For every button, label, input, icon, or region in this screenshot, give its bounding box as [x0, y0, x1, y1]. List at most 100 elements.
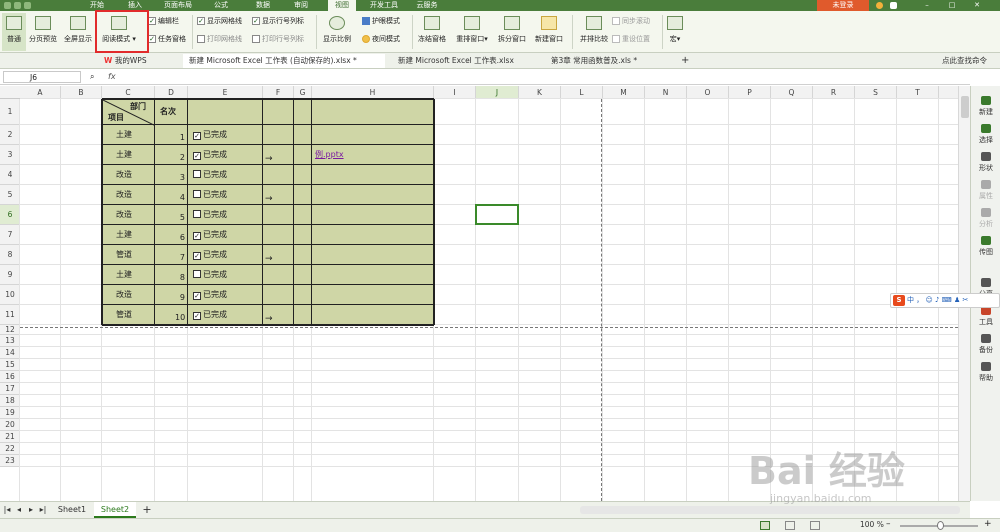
- login-button[interactable]: 未登录: [817, 0, 869, 11]
- prev-sheet-icon[interactable]: ◂: [14, 502, 24, 518]
- row-header-3[interactable]: 3: [0, 145, 20, 165]
- header-rank[interactable]: 名次: [160, 107, 176, 117]
- status-checkbox[interactable]: ✓ 已完成: [193, 250, 227, 260]
- status-checkbox[interactable]: 已完成: [193, 170, 227, 180]
- row-header-9[interactable]: 9: [0, 265, 20, 285]
- row-header-22[interactable]: 22: [0, 443, 20, 455]
- menu-data[interactable]: 数据: [252, 0, 274, 11]
- page-layout-icon[interactable]: [785, 521, 795, 530]
- menu-review[interactable]: 审阅: [290, 0, 312, 11]
- row-header-4[interactable]: 4: [0, 165, 20, 185]
- cell-rank[interactable]: 9: [175, 293, 185, 303]
- row-header-12[interactable]: 12: [0, 325, 20, 335]
- name-box[interactable]: J6: [3, 71, 81, 83]
- row-header-14[interactable]: 14: [0, 347, 20, 359]
- night-mode-button[interactable]: 夜间模式: [362, 33, 400, 45]
- checkbox-icon[interactable]: ✓: [193, 232, 201, 240]
- rearrange-windows-button[interactable]: 重排窗口▾: [452, 13, 492, 51]
- checkbox-icon[interactable]: [193, 170, 201, 178]
- row-header-23[interactable]: 23: [0, 455, 20, 467]
- cell-dept[interactable]: 改造: [116, 170, 132, 180]
- cell-dept[interactable]: 管道: [116, 310, 132, 320]
- menu-formula[interactable]: 公式: [210, 0, 232, 11]
- close-icon[interactable]: ✕: [970, 0, 984, 11]
- undo-icon[interactable]: [14, 2, 21, 9]
- zoom-icon[interactable]: ⌕: [90, 72, 94, 82]
- status-checkbox[interactable]: ✓ 已完成: [193, 310, 227, 320]
- row-header-2[interactable]: 2: [0, 125, 20, 145]
- task-pane-toggle[interactable]: ✓ 任务窗格: [148, 33, 186, 45]
- status-checkbox[interactable]: ✓ 已完成: [193, 230, 227, 240]
- help-icon[interactable]: [890, 2, 897, 9]
- cell-rank[interactable]: 10: [175, 313, 185, 323]
- header-item[interactable]: 项目: [108, 113, 124, 123]
- status-checkbox[interactable]: ✓ 已完成: [193, 130, 227, 140]
- edit-bar-toggle[interactable]: ✓ 编辑栏: [148, 15, 179, 27]
- side-by-side-button[interactable]: 并排比较: [576, 13, 612, 51]
- checkbox-icon[interactable]: ✓: [193, 252, 201, 260]
- cell-dept[interactable]: 改造: [116, 210, 132, 220]
- cell-rank[interactable]: 1: [175, 133, 185, 143]
- row-header-20[interactable]: 20: [0, 419, 20, 431]
- status-checkbox[interactable]: 已完成: [193, 190, 227, 200]
- row-header-18[interactable]: 18: [0, 395, 20, 407]
- zoom-slider-handle[interactable]: [937, 521, 944, 530]
- cell-rank[interactable]: 5: [175, 213, 185, 223]
- sheet-tab-2[interactable]: Sheet2: [94, 502, 136, 518]
- panel-1[interactable]: 选择: [971, 124, 1000, 145]
- row-header-16[interactable]: 16: [0, 371, 20, 383]
- zoom-in-icon[interactable]: +: [984, 519, 992, 529]
- panel-9[interactable]: 帮助: [971, 362, 1000, 383]
- row-header-13[interactable]: 13: [0, 335, 20, 347]
- tab-my-wps[interactable]: W 我的WPS: [98, 54, 168, 68]
- tab-autosaved[interactable]: 新建 Microsoft Excel 工作表 (自动保存的).xlsx *: [183, 54, 385, 68]
- cell-dept[interactable]: 土建: [116, 130, 132, 140]
- checkbox-icon[interactable]: [193, 190, 201, 198]
- fullscreen-button[interactable]: 全屏显示: [61, 13, 95, 51]
- status-checkbox[interactable]: ✓ 已完成: [193, 150, 227, 160]
- status-checkbox[interactable]: 已完成: [193, 270, 227, 280]
- menu-view[interactable]: 视图: [328, 0, 356, 11]
- minimize-icon[interactable]: –: [920, 0, 934, 11]
- cell-rank[interactable]: 6: [175, 233, 185, 243]
- row-header-17[interactable]: 17: [0, 383, 20, 395]
- status-checkbox[interactable]: ✓ 已完成: [193, 290, 227, 300]
- next-sheet-icon[interactable]: ▸: [26, 502, 36, 518]
- add-sheet-icon[interactable]: +: [140, 502, 154, 518]
- menu-developer[interactable]: 开发工具: [366, 0, 402, 11]
- macro-button[interactable]: 宏▾: [664, 13, 686, 51]
- horizontal-scrollbar[interactable]: [580, 506, 960, 514]
- tab-chapter3[interactable]: 第3章 常用函数普及.xls *: [545, 54, 663, 68]
- row-header-7[interactable]: 7: [0, 225, 20, 245]
- print-headings-toggle[interactable]: 打印行号列标: [252, 33, 304, 45]
- row-header-10[interactable]: 10: [0, 285, 20, 305]
- row-header-11[interactable]: 11: [0, 305, 20, 325]
- reset-position-button[interactable]: 重设位置: [612, 33, 650, 45]
- row-header-15[interactable]: 15: [0, 359, 20, 371]
- eye-mode-button[interactable]: 护眼模式: [362, 15, 400, 27]
- checkbox-icon[interactable]: ✓: [193, 292, 201, 300]
- checkbox-icon[interactable]: [193, 270, 201, 278]
- checkbox-icon[interactable]: ✓: [193, 132, 201, 140]
- sync-scroll-button[interactable]: 同步滚动: [612, 15, 650, 27]
- first-sheet-icon[interactable]: |◂: [2, 502, 12, 518]
- print-gridlines-toggle[interactable]: 打印网格线: [197, 33, 242, 45]
- header-dept[interactable]: 部门: [130, 102, 146, 112]
- cell-rank[interactable]: 3: [175, 173, 185, 183]
- row-header-19[interactable]: 19: [0, 407, 20, 419]
- arrow-icon[interactable]: →: [265, 154, 273, 164]
- menu-cloud[interactable]: 云服务: [412, 0, 442, 11]
- status-checkbox[interactable]: 已完成: [193, 210, 227, 220]
- row-header-5[interactable]: 5: [0, 185, 20, 205]
- command-search[interactable]: 点此查找命令: [936, 54, 998, 68]
- split-window-button[interactable]: 拆分窗口: [494, 13, 530, 51]
- show-headings-toggle[interactable]: ✓ 显示行号列标: [252, 15, 304, 27]
- cell-rank[interactable]: 4: [175, 193, 185, 203]
- panel-0[interactable]: 新建: [971, 96, 1000, 117]
- checkbox-icon[interactable]: ✓: [193, 152, 201, 160]
- file-link[interactable]: 例.pptx: [315, 150, 344, 160]
- cell-dept[interactable]: 改造: [116, 190, 132, 200]
- redo-icon[interactable]: [24, 2, 31, 9]
- menu-page-layout[interactable]: 页面布局: [160, 0, 196, 11]
- new-window-button[interactable]: 新建窗口: [531, 13, 567, 51]
